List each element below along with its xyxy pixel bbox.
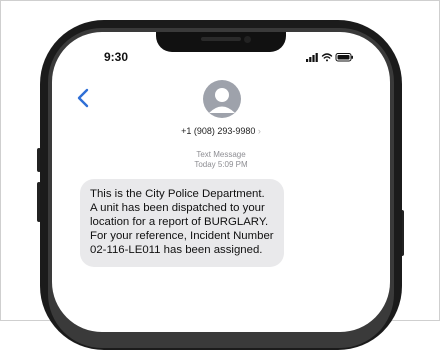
- battery-icon: [335, 53, 353, 62]
- person-icon: [209, 88, 235, 113]
- wifi-icon: [321, 53, 333, 62]
- status-time: 9:30: [104, 50, 129, 64]
- contact-number-text: +1 (908) 293-9980: [181, 126, 256, 136]
- contact-number[interactable]: +1 (908) 293-9980 ›: [52, 126, 390, 136]
- notch: [156, 32, 286, 52]
- speaker-grille: [201, 37, 241, 41]
- contact-avatar[interactable]: [203, 80, 241, 118]
- message-type-label: Text Message: [196, 150, 246, 159]
- signal-icon: [306, 53, 318, 62]
- message-timestamp: Today 5:09 PM: [194, 160, 248, 169]
- message-meta: Text Message Today 5:09 PM: [52, 150, 390, 170]
- status-icons: [306, 53, 353, 62]
- contact-chevron-icon: ›: [257, 126, 261, 136]
- camera-lens: [244, 36, 251, 43]
- chevron-left-icon[interactable]: [76, 87, 90, 109]
- incoming-message-bubble[interactable]: This is the City Police Department. A un…: [80, 179, 284, 267]
- phone-screen: 9:30 +1 (908) 293-9980 › Text Message To…: [52, 32, 390, 332]
